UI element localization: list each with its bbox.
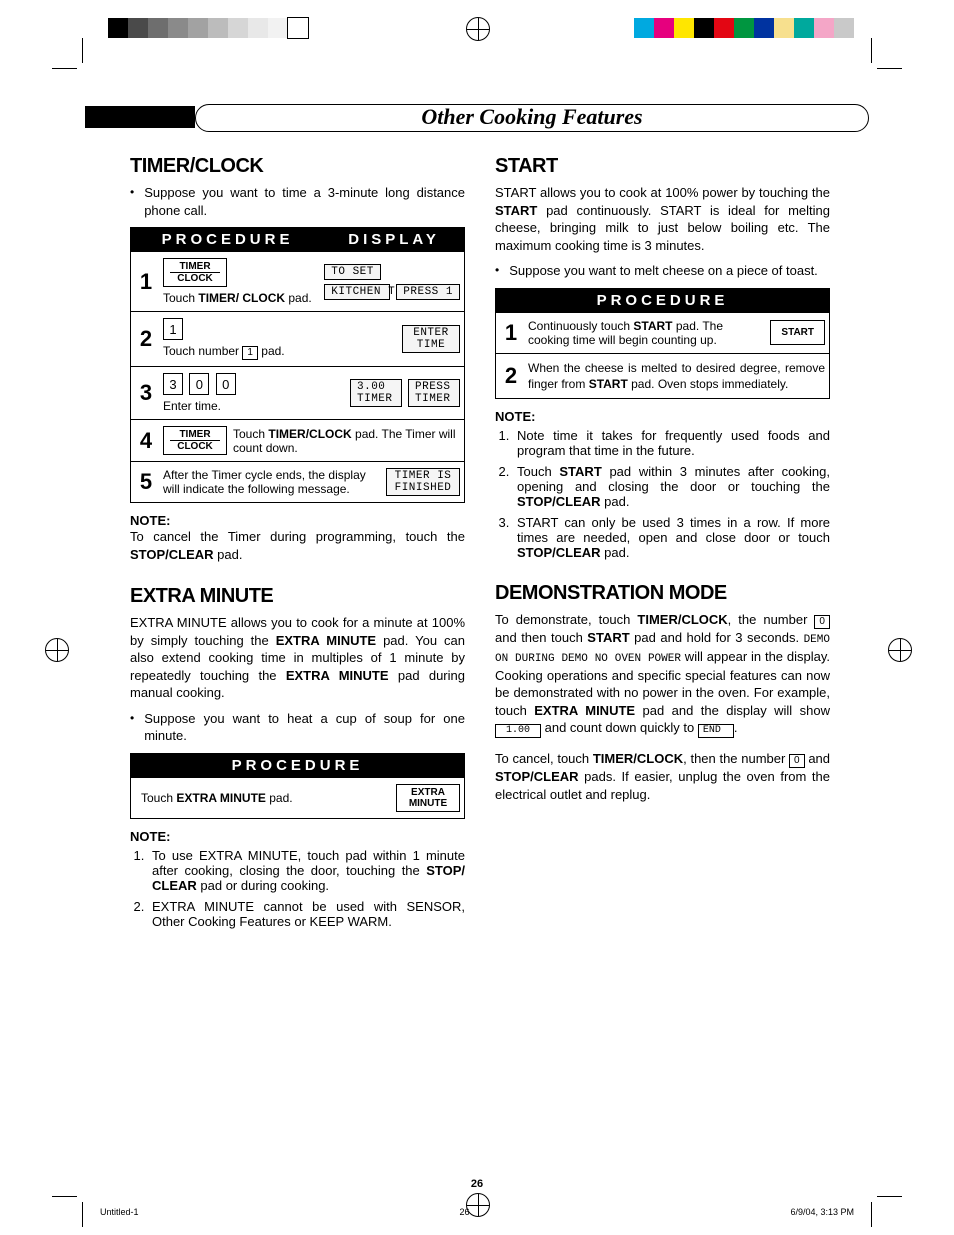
page-number: 26 bbox=[0, 1178, 954, 1190]
table-row: 2 When the cheese is melted to desired d… bbox=[496, 353, 829, 398]
color-swatch bbox=[634, 18, 654, 38]
lcd-display: PRESS TIMER bbox=[408, 379, 460, 407]
color-swatch bbox=[834, 18, 854, 38]
color-swatch bbox=[188, 18, 208, 38]
timer-note: To cancel the Timer during programming, … bbox=[130, 528, 465, 563]
timer-intro: • Suppose you want to time a 3-minute lo… bbox=[130, 184, 465, 219]
demo-para-1: To demonstrate, touch TIMER/CLOCK, the n… bbox=[495, 611, 830, 738]
color-swatch bbox=[654, 18, 674, 38]
start-heading: START bbox=[495, 155, 830, 178]
lcd-display: TO SET bbox=[324, 264, 381, 280]
color-swatch bbox=[288, 18, 308, 38]
registration-mark-icon bbox=[466, 17, 490, 41]
number-key-icon: 3 bbox=[163, 373, 183, 395]
start-pad-icon: START bbox=[770, 320, 825, 345]
crop-mark-icon bbox=[62, 48, 102, 88]
crop-mark-icon bbox=[852, 48, 892, 88]
lcd-display: ENTER TIME bbox=[402, 325, 460, 353]
extra-minute-bullet: • Suppose you want to heat a cup of soup… bbox=[130, 710, 465, 745]
number-key-icon: 0 bbox=[189, 373, 209, 395]
color-swatch bbox=[794, 18, 814, 38]
start-procedure-table: PROCEDURE 1 Continuously touch START pad… bbox=[495, 288, 830, 399]
note-label: NOTE: bbox=[495, 409, 830, 424]
col-procedure: PROCEDURE bbox=[131, 228, 324, 251]
page-title: Other Cooking Features bbox=[195, 104, 869, 132]
col-display: DISPLAY bbox=[324, 228, 464, 251]
timer-clock-pad-icon: TIMER CLOCK bbox=[163, 426, 227, 455]
extra-minute-notes: To use EXTRA MINUTE, touch pad within 1 … bbox=[130, 848, 465, 929]
timer-clock-heading: TIMER/CLOCK bbox=[130, 155, 465, 178]
table-row: 1 TIMER CLOCK Touch TIMER/ CLOCK pad. TO… bbox=[131, 251, 464, 311]
color-swatch bbox=[228, 18, 248, 38]
table-row: 2 1 Touch number 1 pad. ENTER TIME bbox=[131, 311, 464, 366]
lcd-display: TIMER IS FINISHED bbox=[386, 468, 460, 496]
color-swatch bbox=[754, 18, 774, 38]
timer-procedure-table: PROCEDURE DISPLAY 1 TIMER CLOCK Touch TI… bbox=[130, 227, 465, 503]
color-swatch bbox=[128, 18, 148, 38]
start-notes: Note time it takes for frequently used f… bbox=[495, 428, 830, 560]
color-swatch bbox=[208, 18, 228, 38]
col-procedure: PROCEDURE bbox=[496, 289, 829, 312]
demo-mode-heading: DEMONSTRATION MODE bbox=[495, 582, 830, 605]
color-swatch bbox=[268, 18, 288, 38]
color-swatch bbox=[108, 18, 128, 38]
color-swatch bbox=[148, 18, 168, 38]
registration-mark-icon bbox=[888, 638, 912, 662]
color-swatch bbox=[168, 18, 188, 38]
extra-minute-heading: EXTRA MINUTE bbox=[130, 585, 465, 608]
extra-minute-table: PROCEDURE Touch EXTRA MINUTE pad. EXTRA … bbox=[130, 753, 465, 819]
header-accent-bar bbox=[85, 106, 195, 128]
color-swatch bbox=[248, 18, 268, 38]
color-swatch bbox=[734, 18, 754, 38]
color-swatch bbox=[774, 18, 794, 38]
lcd-display: KITCHEN TIMER bbox=[324, 284, 390, 300]
demo-para-2: To cancel, touch TIMER/CLOCK, then the n… bbox=[495, 750, 830, 803]
number-key-icon: 0 bbox=[216, 373, 236, 395]
extra-minute-para: EXTRA MINUTE allows you to cook for a mi… bbox=[130, 614, 465, 702]
lcd-display: PRESS 1 bbox=[396, 284, 460, 300]
start-para: START allows you to cook at 100% power b… bbox=[495, 184, 830, 254]
color-swatch bbox=[814, 18, 834, 38]
color-swatch bbox=[694, 18, 714, 38]
table-row: 3 3 0 0 Enter time. 3.00 TIMER PRESS TIM… bbox=[131, 366, 464, 419]
color-swatch bbox=[714, 18, 734, 38]
table-row: 4 TIMER CLOCK Touch TIMER/CLOCK pad. The… bbox=[131, 419, 464, 461]
col-procedure: PROCEDURE bbox=[131, 754, 464, 777]
table-row: 5 After the Timer cycle ends, the displa… bbox=[131, 461, 464, 502]
number-key-icon: 1 bbox=[163, 318, 183, 340]
registration-mark-icon bbox=[45, 638, 69, 662]
extra-minute-pad-icon: EXTRA MINUTE bbox=[396, 784, 460, 812]
timer-clock-pad-icon: TIMER CLOCK bbox=[163, 258, 227, 287]
lcd-display: 3.00 TIMER bbox=[350, 379, 402, 407]
footer-meta: Untitled-1 26 6/9/04, 3:13 PM bbox=[100, 1207, 854, 1217]
table-row: 1 Continuously touch START pad. The cook… bbox=[496, 312, 829, 353]
note-label: NOTE: bbox=[130, 829, 465, 844]
color-swatch bbox=[674, 18, 694, 38]
table-row: Touch EXTRA MINUTE pad. EXTRA MINUTE bbox=[131, 777, 464, 818]
start-bullet: • Suppose you want to melt cheese on a p… bbox=[495, 262, 830, 280]
note-label: NOTE: bbox=[130, 513, 465, 528]
